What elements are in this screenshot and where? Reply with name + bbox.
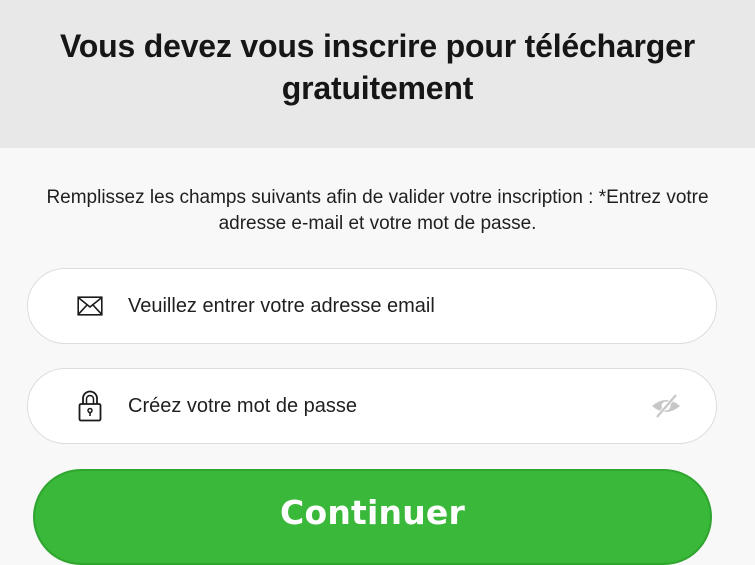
continue-button[interactable]: Continuer — [33, 469, 712, 565]
lock-icon — [70, 390, 110, 422]
email-placeholder: Veuillez entrer votre adresse email — [128, 294, 435, 317]
page-title: Vous devez vous inscrire pour télécharge… — [60, 28, 695, 106]
instructions-text: Remplissez les champs suivants afin de v… — [46, 187, 709, 234]
password-field[interactable]: Créez votre mot de passe — [27, 368, 717, 444]
header: Vous devez vous inscrire pour télécharge… — [0, 0, 755, 148]
envelope-icon — [70, 296, 110, 316]
email-field[interactable]: Veuillez entrer votre adresse email — [27, 268, 717, 344]
eye-slash-icon[interactable] — [646, 393, 686, 419]
password-placeholder: Créez votre mot de passe — [128, 394, 357, 417]
continue-button-label: Continuer — [280, 493, 465, 532]
